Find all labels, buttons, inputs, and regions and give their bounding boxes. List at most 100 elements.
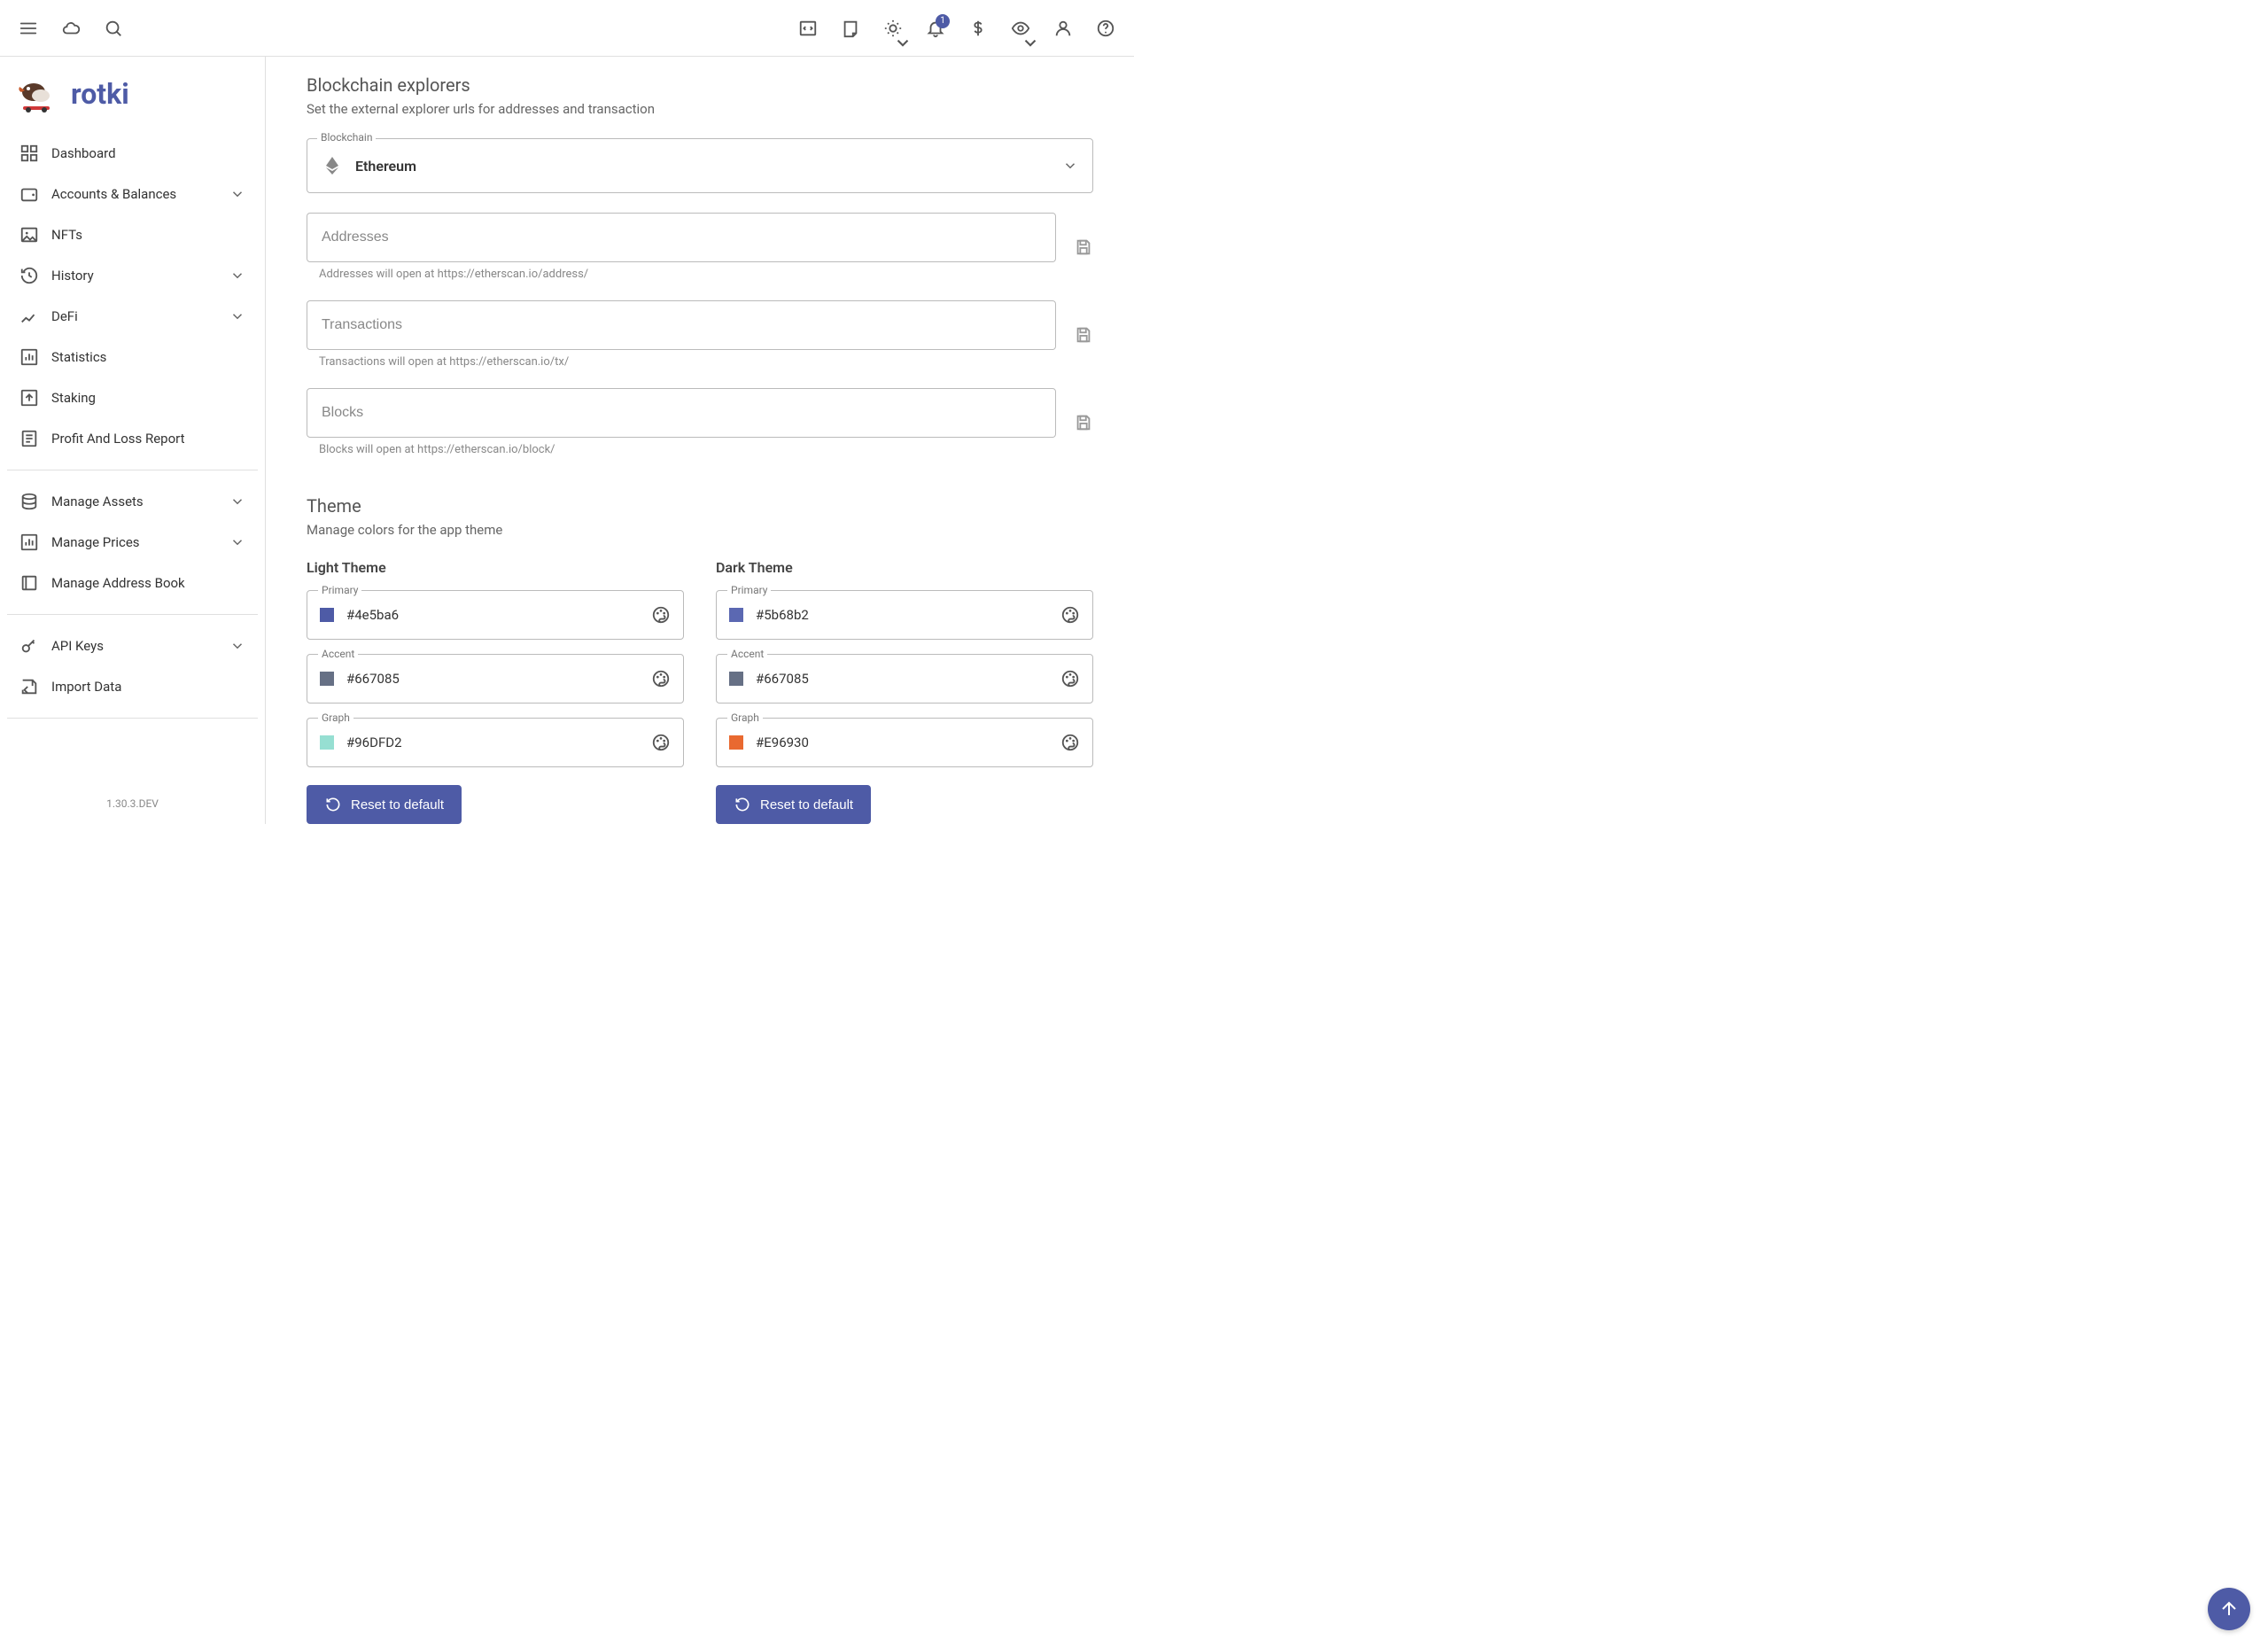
explorer-transactions-input[interactable] <box>307 300 1056 350</box>
nav-item-staking[interactable]: Staking <box>7 377 258 418</box>
chevron-down-icon <box>1062 158 1078 174</box>
color-field-graph[interactable]: Graph #E96930 <box>716 718 1093 767</box>
nav-item-profit-and-loss-report[interactable]: Profit And Loss Report <box>7 418 258 459</box>
color-swatch <box>320 735 334 750</box>
color-field-label: Accent <box>318 648 358 660</box>
color-field-accent[interactable]: Accent #667085 <box>716 654 1093 704</box>
color-value: #667085 <box>756 671 1048 687</box>
nav-item-defi[interactable]: DeFi <box>7 296 258 337</box>
app-logo-icon <box>16 73 58 115</box>
save-icon[interactable] <box>1074 413 1093 432</box>
cloud-button[interactable] <box>53 11 89 46</box>
palette-icon[interactable] <box>1060 733 1080 752</box>
cloud-icon <box>61 19 81 38</box>
blockchain-field-label: Blockchain <box>317 131 376 144</box>
palette-icon[interactable] <box>651 605 671 625</box>
nav-item-label: Manage Assets <box>51 494 144 509</box>
top-bar: 1 <box>0 0 1134 57</box>
nav-icon <box>19 636 39 656</box>
ethereum-icon <box>322 155 343 176</box>
menu-button[interactable] <box>11 11 46 46</box>
color-value: #667085 <box>346 671 639 687</box>
dev-button[interactable] <box>790 11 826 46</box>
help-button[interactable] <box>1088 11 1123 46</box>
reset-dark-button[interactable]: Reset to default <box>716 785 871 824</box>
nav-item-label: History <box>51 268 94 284</box>
chevron-down-icon <box>893 32 913 51</box>
chevron-down-icon <box>229 494 245 509</box>
dark-theme-title: Dark Theme <box>716 559 1093 576</box>
chevron-down-icon <box>229 268 245 284</box>
save-icon[interactable] <box>1074 237 1093 257</box>
color-field-graph[interactable]: Graph #96DFD2 <box>307 718 684 767</box>
notes-button[interactable] <box>833 11 868 46</box>
notifications-button[interactable]: 1 <box>918 11 953 46</box>
nav-divider <box>7 718 258 719</box>
nav-icon <box>19 492 39 511</box>
sidebar: rotki Dashboard Accounts & Balances NFTs… <box>0 57 266 824</box>
nav-icon <box>19 307 39 326</box>
color-swatch <box>729 672 743 686</box>
nav-item-label: Manage Prices <box>51 534 140 550</box>
nav-item-accounts-balances[interactable]: Accounts & Balances <box>7 174 258 214</box>
color-field-primary[interactable]: Primary #4e5ba6 <box>307 590 684 640</box>
arrow-up-icon <box>2218 1598 2240 1620</box>
color-swatch <box>320 672 334 686</box>
save-icon[interactable] <box>1074 325 1093 345</box>
color-swatch <box>729 735 743 750</box>
nav-item-import-data[interactable]: Import Data <box>7 666 258 707</box>
theme-subtitle: Manage colors for the app theme <box>307 522 1093 538</box>
menu-icon <box>19 19 38 38</box>
account-button[interactable] <box>1045 11 1081 46</box>
nav-item-label: NFTs <box>51 227 82 243</box>
light-theme-title: Light Theme <box>307 559 684 576</box>
palette-icon[interactable] <box>1060 605 1080 625</box>
color-field-label: Graph <box>318 711 353 724</box>
color-field-label: Graph <box>727 711 763 724</box>
nav-item-dashboard[interactable]: Dashboard <box>7 133 258 174</box>
chevron-down-icon <box>229 638 245 654</box>
nav-item-nfts[interactable]: NFTs <box>7 214 258 255</box>
chevron-down-icon <box>1021 32 1040 51</box>
nav-item-history[interactable]: History <box>7 255 258 296</box>
nav-icon <box>19 225 39 245</box>
color-value: #E96930 <box>756 735 1048 750</box>
color-field-label: Accent <box>727 648 767 660</box>
nav-item-manage-address-book[interactable]: Manage Address Book <box>7 563 258 603</box>
currency-button[interactable] <box>960 11 996 46</box>
nav-item-statistics[interactable]: Statistics <box>7 337 258 377</box>
scroll-top-button[interactable] <box>2208 1588 2250 1630</box>
nav-item-manage-prices[interactable]: Manage Prices <box>7 522 258 563</box>
color-value: #4e5ba6 <box>346 607 639 623</box>
nav-item-label: DeFi <box>51 308 78 324</box>
reset-button-label: Reset to default <box>351 797 444 812</box>
color-field-primary[interactable]: Primary #5b68b2 <box>716 590 1093 640</box>
color-swatch <box>320 608 334 622</box>
search-button[interactable] <box>96 11 131 46</box>
nav-item-api-keys[interactable]: API Keys <box>7 626 258 666</box>
nav-icon <box>19 532 39 552</box>
dollar-icon <box>968 19 988 38</box>
nav-item-manage-assets[interactable]: Manage Assets <box>7 481 258 522</box>
nav-item-label: Statistics <box>51 349 106 365</box>
explorer-field-hint: Transactions will open at https://ethers… <box>319 355 1056 369</box>
palette-icon[interactable] <box>1060 669 1080 688</box>
palette-icon[interactable] <box>651 733 671 752</box>
theme-toggle-button[interactable] <box>875 11 911 46</box>
palette-icon[interactable] <box>651 669 671 688</box>
nav-item-label: Dashboard <box>51 145 116 161</box>
nav-divider <box>7 614 258 615</box>
nav-icon <box>19 677 39 696</box>
chevron-down-icon <box>229 308 245 324</box>
light-theme-column: Light Theme Primary #4e5ba6 Accent #6670… <box>307 559 684 824</box>
blockchain-select[interactable]: Ethereum <box>307 138 1093 193</box>
color-field-accent[interactable]: Accent #667085 <box>307 654 684 704</box>
reset-light-button[interactable]: Reset to default <box>307 785 462 824</box>
explorer-addresses-input[interactable] <box>307 213 1056 262</box>
nav-item-label: Staking <box>51 390 96 406</box>
nav-icon <box>19 429 39 448</box>
privacy-button[interactable] <box>1003 11 1038 46</box>
search-icon <box>104 19 123 38</box>
chevron-down-icon <box>229 534 245 550</box>
explorer-blocks-input[interactable] <box>307 388 1056 438</box>
